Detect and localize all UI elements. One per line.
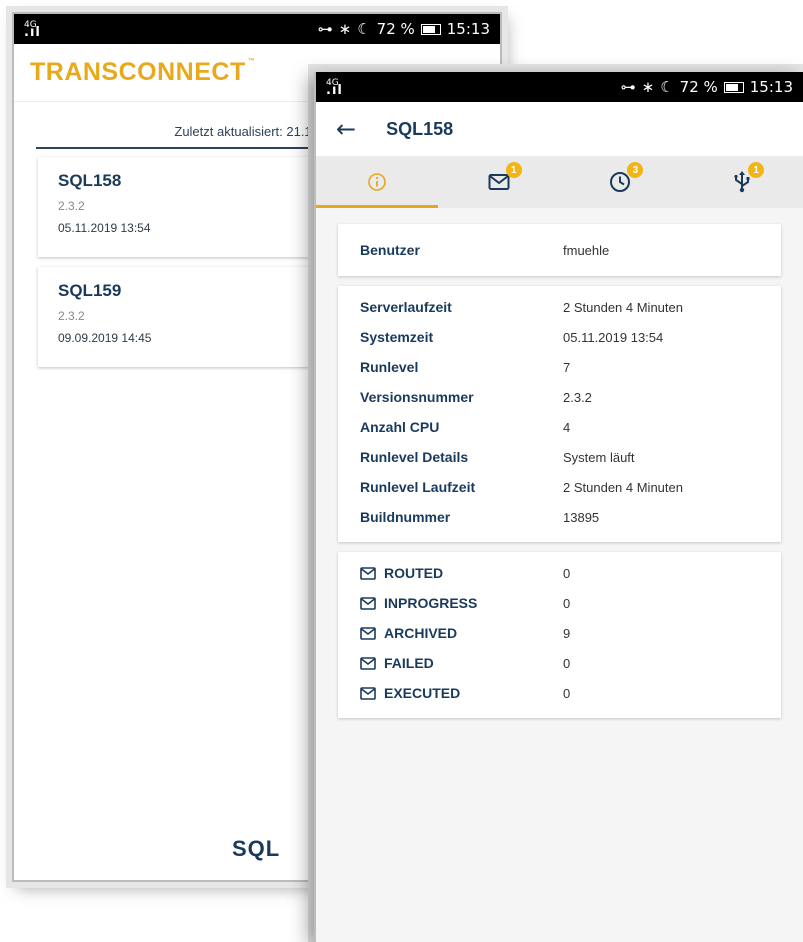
mail-icon <box>360 686 376 700</box>
last-updated-text: Zuletzt aktualisiert: 21.11.20 <box>36 124 336 149</box>
user-label: Benutzer <box>360 242 420 258</box>
status-bar: 4G .ıl ⊶ ∗ ☾ 72 % 15:13 <box>316 72 803 102</box>
page-title: SQL158 <box>386 118 454 139</box>
info-label: Systemzeit <box>360 329 434 345</box>
tab-info[interactable] <box>316 156 438 208</box>
info-row: Serverlaufzeit 2 Stunden 4 Minuten <box>360 292 759 322</box>
info-value: 2.3.2 <box>563 389 592 405</box>
status-label: FAILED <box>384 655 434 671</box>
battery-percent: 72 % <box>679 78 718 96</box>
tab-connections[interactable]: 1 <box>681 156 803 208</box>
clock-time: 15:13 <box>749 78 793 96</box>
info-row: Anzahl CPU 4 <box>360 412 759 442</box>
message-status-row: EXECUTED 0 <box>360 678 759 708</box>
server-date: 05.11.2019 13:54 <box>58 221 151 235</box>
info-row: Runlevel Details System läuft <box>360 442 759 472</box>
info-label: Buildnummer <box>360 509 451 525</box>
info-label: Runlevel Details <box>360 449 469 465</box>
bluetooth-icon: ∗ <box>338 20 352 38</box>
status-value: 9 <box>563 625 571 641</box>
info-row: Runlevel 7 <box>360 352 759 382</box>
key-icon: ⊶ <box>317 20 333 38</box>
battery-icon <box>723 81 744 93</box>
info-value: 4 <box>563 419 571 435</box>
key-icon: ⊶ <box>620 78 636 96</box>
info-label: Runlevel <box>360 359 419 375</box>
server-version: 2.3.2 <box>58 199 85 213</box>
info-value: 7 <box>563 359 571 375</box>
server-date: 09.09.2019 14:45 <box>58 331 152 345</box>
info-value: System läuft <box>563 449 635 465</box>
info-value: 05.11.2019 13:54 <box>563 329 664 345</box>
mail-icon <box>360 596 376 610</box>
info-row: Buildnummer 13895 <box>360 502 759 532</box>
status-value: 0 <box>563 685 571 701</box>
user-card: Benutzer fmuehle <box>338 224 781 276</box>
moon-icon: ☾ <box>660 78 674 96</box>
mail-icon <box>360 566 376 580</box>
server-detail-screen: 4G .ıl ⊶ ∗ ☾ 72 % 15:13 ← SQL158 1 3 1 B… <box>314 72 803 942</box>
signal-icon: 4G .ıl <box>24 19 41 40</box>
info-label: Runlevel Laufzeit <box>360 479 476 495</box>
app-bar: ← SQL158 <box>316 102 803 156</box>
messages-badge: 1 <box>505 162 522 178</box>
battery-percent: 72 % <box>376 20 415 38</box>
screenshot-stage: 4G .ıl ⊶ ∗ ☾ 72 % 15:13 TRANSCONNECT ™ Zul… <box>0 0 803 942</box>
status-label: EXECUTED <box>384 685 461 701</box>
moon-icon: ☾ <box>357 20 371 38</box>
status-value: 0 <box>563 655 571 671</box>
status-label: INPROGRESS <box>384 595 478 611</box>
message-status-row: FAILED 0 <box>360 648 759 678</box>
status-value: 0 <box>563 595 571 611</box>
info-value: 2 Stunden 4 Minuten <box>563 299 683 315</box>
battery-icon <box>420 23 441 35</box>
message-status-card: ROUTED 0 INPROGRESS 0 ARCHIVED 9 FAILED … <box>338 552 781 718</box>
user-value: fmuehle <box>563 242 610 258</box>
mail-icon <box>360 656 376 670</box>
server-card[interactable]: SQL158 2.3.2 05.11.2019 13:54 <box>38 157 328 257</box>
connections-badge: 1 <box>748 162 765 178</box>
info-label: Anzahl CPU <box>360 419 440 435</box>
status-bar: 4G .ıl ⊶ ∗ ☾ 72 % 15:13 <box>14 14 500 44</box>
server-card[interactable]: SQL159 2.3.2 09.09.2019 14:45 <box>38 267 328 367</box>
mail-icon <box>488 174 510 190</box>
transconnect-logo: TRANSCONNECT ™ <box>30 58 256 86</box>
server-version: 2.3.2 <box>58 309 85 323</box>
history-badge: 3 <box>627 162 644 178</box>
mail-icon <box>360 626 376 640</box>
sql-logo: SQL <box>232 836 281 861</box>
tab-messages[interactable]: 1 <box>438 156 560 208</box>
info-icon <box>368 173 386 191</box>
tab-bar: 1 3 1 <box>316 156 803 208</box>
info-row: Versionsnummer 2.3.2 <box>360 382 759 412</box>
info-value: 13895 <box>563 509 600 525</box>
user-row: Benutzer fmuehle <box>360 234 759 266</box>
bluetooth-icon: ∗ <box>641 78 655 96</box>
info-label: Versionsnummer <box>360 389 474 405</box>
message-status-row: INPROGRESS 0 <box>360 588 759 618</box>
detail-content: Benutzer fmuehle Serverlaufzeit 2 Stunden… <box>316 208 803 718</box>
message-status-row: ARCHIVED 9 <box>360 618 759 648</box>
status-value: 0 <box>563 565 571 581</box>
message-status-row: ROUTED 0 <box>360 558 759 588</box>
server-name: SQL158 <box>58 171 122 190</box>
info-row: Runlevel Laufzeit 2 Stunden 4 Minuten <box>360 472 759 502</box>
info-row: Systemzeit 05.11.2019 13:54 <box>360 322 759 352</box>
info-label: Serverlaufzeit <box>360 299 452 315</box>
clock-time: 15:13 <box>446 20 490 38</box>
status-label: ROUTED <box>384 565 444 581</box>
back-arrow-icon[interactable]: ← <box>336 115 356 143</box>
status-label: ARCHIVED <box>384 625 458 641</box>
info-value: 2 Stunden 4 Minuten <box>563 479 683 495</box>
signal-icon: 4G .ıl <box>326 77 343 98</box>
system-info-card: Serverlaufzeit 2 Stunden 4 Minuten System… <box>338 286 781 542</box>
server-name: SQL159 <box>58 281 122 300</box>
tab-history[interactable]: 3 <box>560 156 682 208</box>
